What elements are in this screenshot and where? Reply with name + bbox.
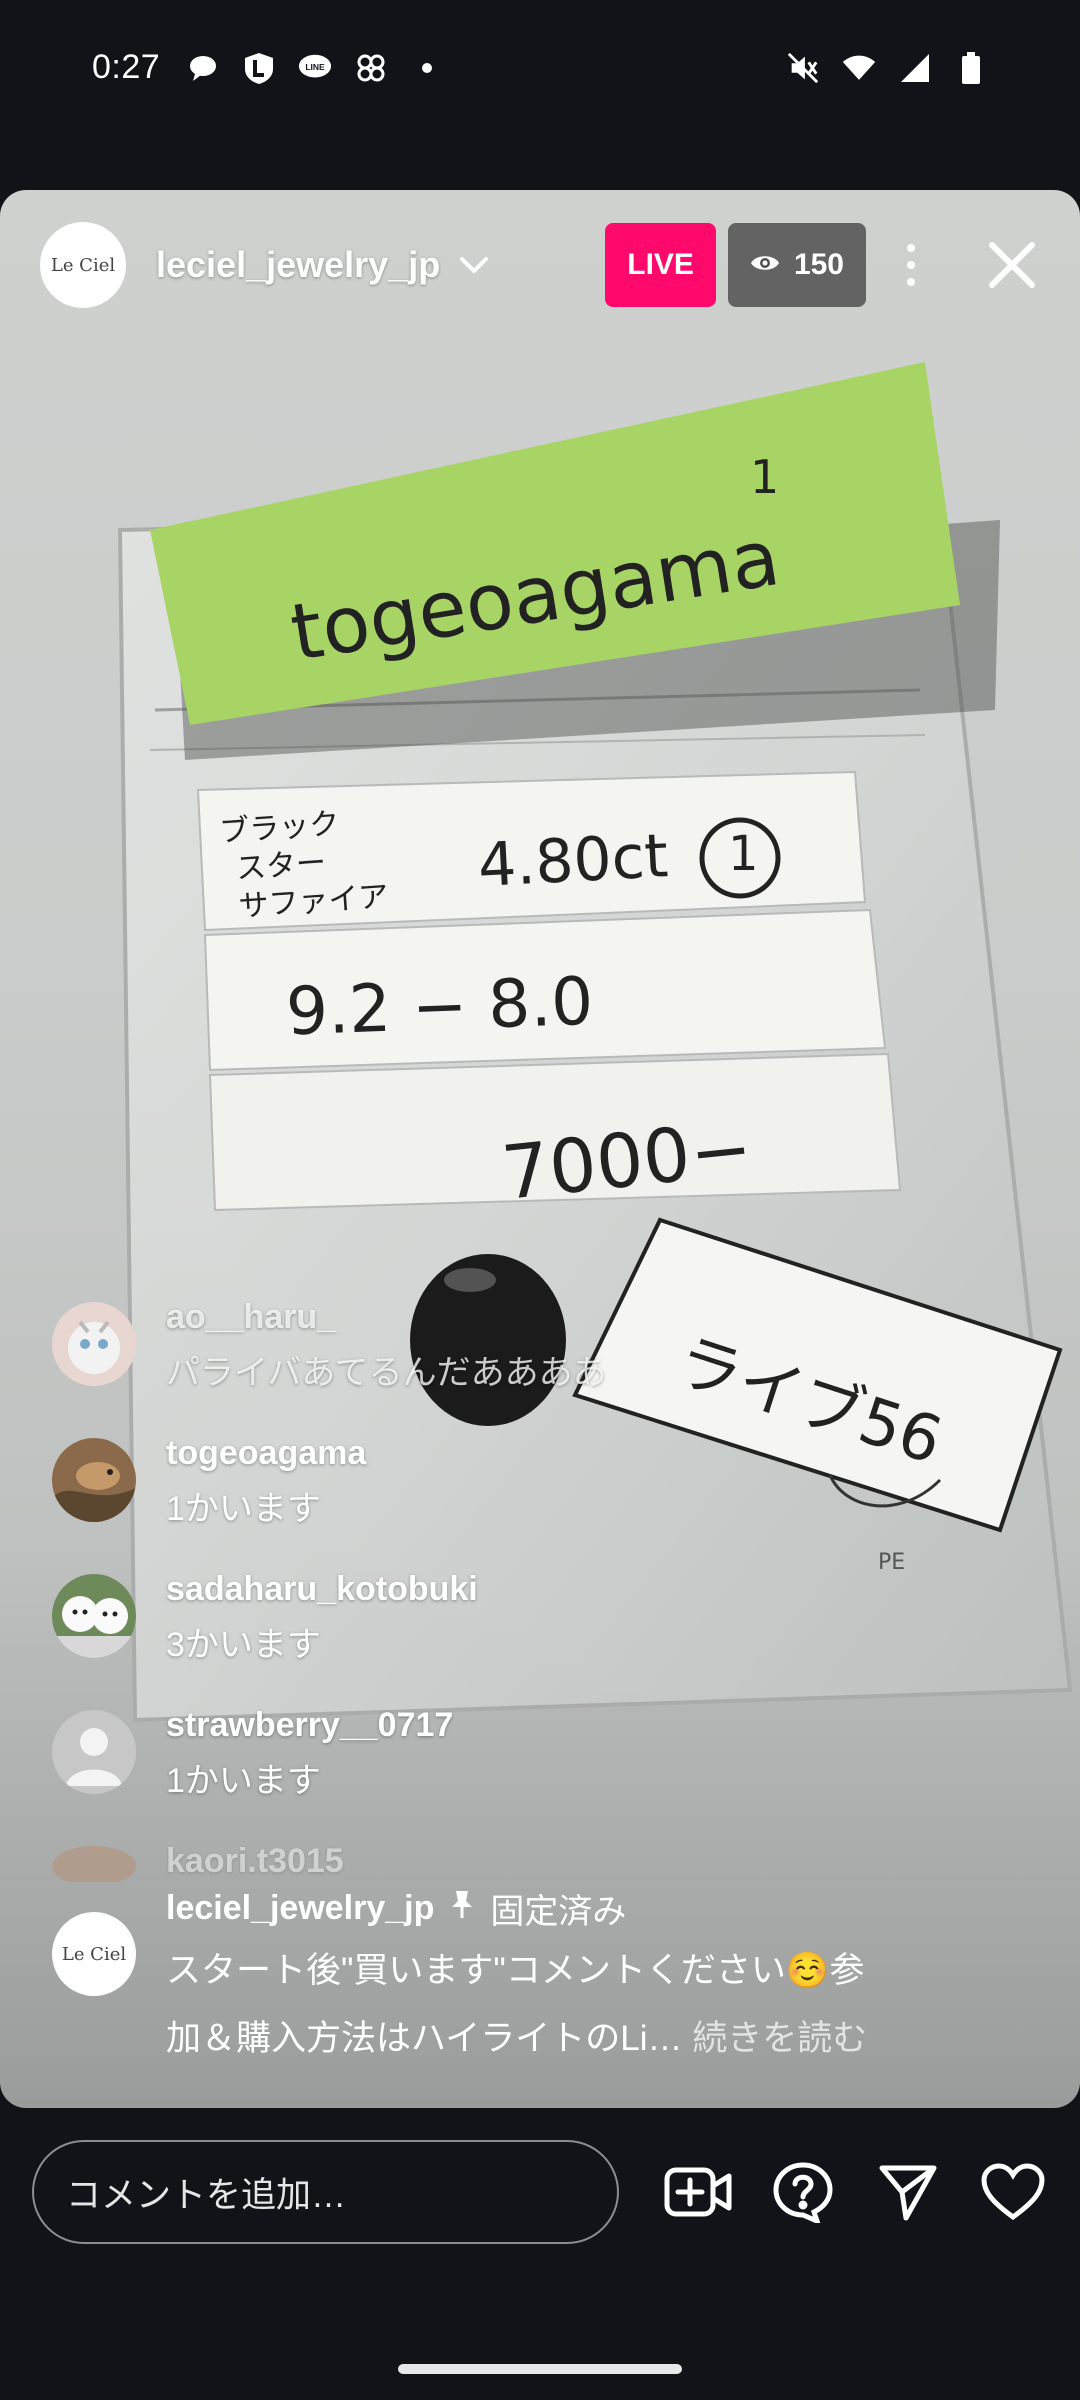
comment-username[interactable]: ao__haru_ xyxy=(166,1298,607,1337)
signal-icon xyxy=(898,51,932,85)
eye-icon xyxy=(750,248,780,282)
read-more-link[interactable]: 続きを読む xyxy=(692,2019,867,2058)
svg-text:LINE: LINE xyxy=(306,61,326,71)
comment-input[interactable]: コメントを追加… xyxy=(32,2140,619,2244)
chevron-down-icon[interactable] xyxy=(454,245,494,285)
pinned-message-line2-wrap: 加＆購入方法はハイライトのLi… 続きを読む xyxy=(166,2005,867,2073)
row1-katakana: ブラック スター サファイア xyxy=(218,802,390,927)
bottom-action-bar: コメントを追加… xyxy=(0,2108,1080,2276)
status-icons-left: LINE xyxy=(186,51,444,85)
pinned-message-line1: スタート後"買います"コメントください☺️参 xyxy=(166,1951,865,1990)
pinned-username[interactable]: leciel_jewelry_jp xyxy=(166,1889,434,1928)
shield-l-icon xyxy=(242,51,276,85)
comment-input-placeholder: コメントを追加… xyxy=(66,2175,347,2215)
heart-icon[interactable] xyxy=(977,2156,1048,2228)
row1-index: 1 xyxy=(728,826,759,882)
avatar-sadaharu[interactable] xyxy=(52,1574,136,1658)
add-video-icon[interactable] xyxy=(663,2156,734,2228)
host-username[interactable]: leciel_jewelry_jp xyxy=(156,244,440,286)
battery-icon xyxy=(954,51,988,85)
live-badge: LIVE xyxy=(605,223,716,307)
more-options-icon[interactable] xyxy=(896,235,926,295)
status-time: 0:27 xyxy=(92,48,161,86)
chat-bubble-icon xyxy=(186,51,220,85)
status-bar: 0:27 LINE xyxy=(0,0,1080,135)
pinned-avatar-text: Le Ciel xyxy=(61,1943,127,1965)
list-item: ao__haru_ パライバあてるんだああああ xyxy=(52,1298,1032,1434)
live-header: Le Ciel leciel_jewelry_jp LIVE 150 xyxy=(0,190,1080,340)
pinned-label: 固定済み xyxy=(490,1893,627,1931)
comment-username[interactable]: sadaharu_kotobuki xyxy=(166,1570,478,1609)
row2-size: 9.2 − 8.0 xyxy=(284,962,595,1051)
pinned-avatar[interactable]: Le Ciel xyxy=(52,1912,136,1996)
comment-text: 3かいます xyxy=(166,1626,321,1664)
pinned-message: スタート後"買います"コメントください☺️参 加＆購入方法はハイライトのLi… … xyxy=(166,1937,867,2073)
pinwheel-icon xyxy=(354,51,388,85)
avatar-togeoagama[interactable] xyxy=(52,1438,136,1522)
avatar-ao-haru[interactable] xyxy=(52,1302,136,1386)
list-item: togeoagama 1かいます xyxy=(52,1434,1032,1570)
host-avatar[interactable]: Le Ciel xyxy=(40,222,126,308)
comment-username[interactable]: strawberry__0717 xyxy=(166,1706,453,1745)
pinned-comment[interactable]: Le Ciel leciel_jewelry_jp 固定済み スタート後"買いま… xyxy=(52,1884,1052,2073)
pin-icon xyxy=(450,1889,474,1928)
note-number: 1 xyxy=(750,450,780,504)
home-indicator[interactable] xyxy=(398,2364,682,2374)
avatar-kaori[interactable] xyxy=(52,1846,136,1882)
list-item: kaori.t3015 xyxy=(52,1842,1032,1882)
list-item: strawberry__0717 1かいます xyxy=(52,1706,1032,1842)
row1-weight: 4.80ct xyxy=(476,821,670,901)
avatar-default[interactable] xyxy=(52,1710,136,1794)
comment-text: パライバあてるんだああああ xyxy=(166,1354,607,1392)
host-avatar-text: Le Ciel xyxy=(50,254,116,276)
pinned-message-line2: 加＆購入方法はハイライトのLi… xyxy=(166,2019,683,2058)
comment-username[interactable]: kaori.t3015 xyxy=(166,1842,344,1881)
question-icon[interactable] xyxy=(768,2156,839,2228)
close-icon[interactable] xyxy=(984,237,1040,293)
dot-icon xyxy=(410,51,444,85)
comment-username[interactable]: togeoagama xyxy=(166,1434,366,1473)
comments-feed[interactable]: ao__haru_ パライバあてるんだああああ togeoagama 1かいます… xyxy=(52,1298,1032,1882)
comment-text: 1かいます xyxy=(166,1490,321,1528)
comment-text: 1かいます xyxy=(166,1762,321,1800)
live-video-card[interactable]: togeoagama 1 ブラック スター サファイア 4.80ct 1 9.2… xyxy=(0,190,1080,2108)
list-item: sadaharu_kotobuki 3かいます xyxy=(52,1570,1032,1706)
send-icon[interactable] xyxy=(872,2156,943,2228)
status-icons-right xyxy=(786,51,988,85)
viewer-count-badge[interactable]: 150 xyxy=(727,223,866,307)
line-icon: LINE xyxy=(298,51,332,85)
wifi-icon xyxy=(842,51,876,85)
viewer-count: 150 xyxy=(793,248,844,281)
mute-icon xyxy=(786,51,820,85)
